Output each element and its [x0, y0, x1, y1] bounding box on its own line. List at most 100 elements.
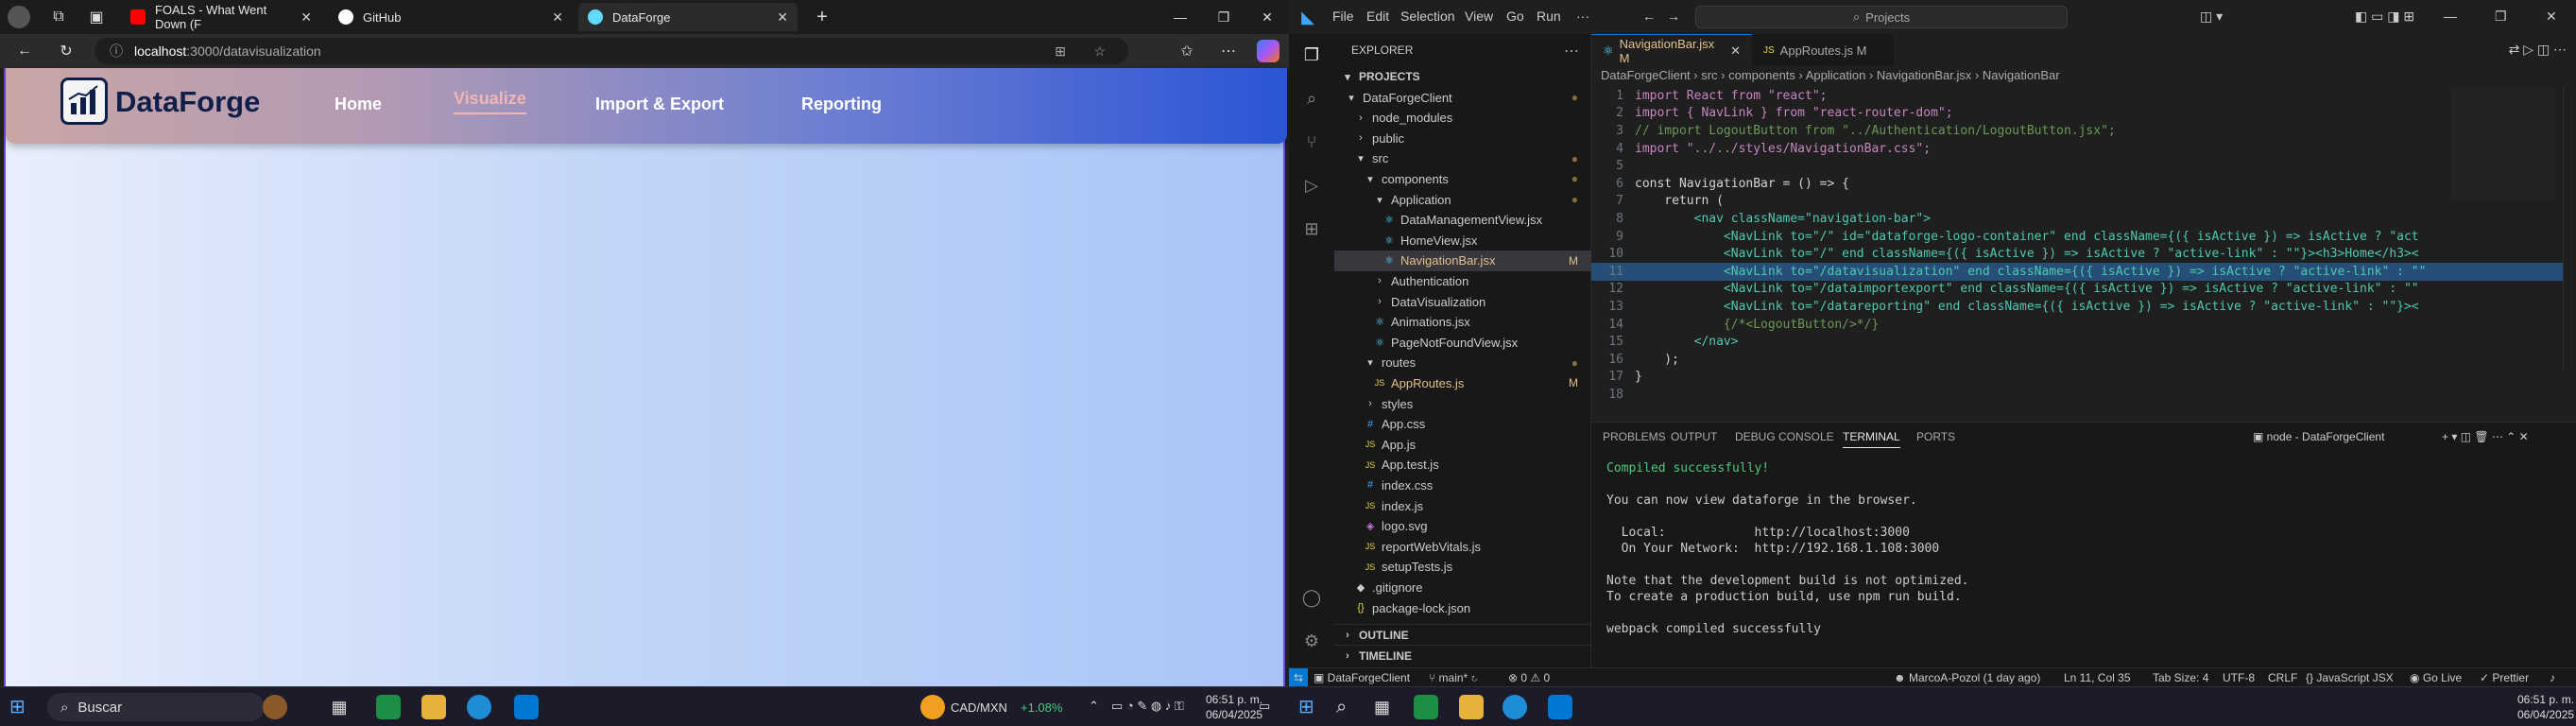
- cursor-position[interactable]: Ln 11, Col 35: [2064, 671, 2131, 684]
- close-icon[interactable]: ✕: [1730, 43, 1741, 59]
- code-line[interactable]: 13 <NavLink to="/datareporting" end clas…: [1591, 298, 2576, 316]
- tree-item[interactable]: JS App.js: [1334, 434, 1591, 455]
- sheets-app-icon[interactable]: [1414, 695, 1438, 719]
- clock-date[interactable]: 06/04/2025: [2517, 708, 2574, 721]
- terminal-actions[interactable]: + ▾ ◫ 🗑 ⋯ ⌃ ✕: [2442, 430, 2529, 443]
- status-problems[interactable]: ⊗ 0 ⚠ 0: [1508, 671, 1550, 684]
- menu-run[interactable]: Run: [1537, 9, 1561, 24]
- code-lines[interactable]: 1 import React from "react"; 2 import { Nav…: [1591, 87, 2576, 404]
- tab-ports[interactable]: PORTS: [1916, 430, 1955, 443]
- editor-scrollbar[interactable]: [2563, 87, 2576, 371]
- tray-chevron-icon[interactable]: ⌃: [1089, 699, 1099, 714]
- workspaces-icon[interactable]: ⧉: [47, 6, 70, 28]
- tree-item[interactable]: ▾ components ●: [1334, 168, 1591, 189]
- taskbar-search[interactable]: ⌕ Buscar: [47, 693, 265, 721]
- tree-item[interactable]: JS App.test.js: [1334, 455, 1591, 475]
- dataforge-logo-icon[interactable]: [60, 78, 108, 125]
- clock-time[interactable]: 06:51 p. m.: [2517, 693, 2574, 706]
- tab-youtube[interactable]: FOALS - What Went Down (F ✕: [121, 3, 321, 31]
- code-line[interactable]: 8 <nav className="navigation-bar">: [1591, 210, 2576, 228]
- nav-import-export-link[interactable]: Import & Export: [595, 95, 724, 114]
- tray-icons[interactable]: ▭ ◔ ✎ ◍ ♪ ⚿: [1111, 699, 1184, 714]
- nav-reporting-link[interactable]: Reporting: [801, 95, 882, 114]
- account-icon[interactable]: ◯: [1298, 584, 1325, 611]
- close-window-icon[interactable]: ✕: [2546, 9, 2557, 25]
- projects-header[interactable]: ▾ PROJECTS: [1334, 66, 1591, 87]
- tree-item[interactable]: # App.css: [1334, 414, 1591, 435]
- minimap[interactable]: [2451, 87, 2555, 200]
- restore-icon[interactable]: ❐: [1202, 0, 1245, 34]
- tree-item[interactable]: › node_modules: [1334, 108, 1591, 129]
- status-project[interactable]: ▣ DataForgeClient: [1314, 671, 1410, 684]
- task-view-icon[interactable]: ▦: [327, 695, 352, 719]
- edge-icon[interactable]: [467, 695, 491, 719]
- favorite-star-icon[interactable]: ☆: [1093, 43, 1106, 60]
- code-line[interactable]: 3 // import LogoutButton from "../Authent…: [1591, 122, 2576, 140]
- code-line[interactable]: 9 <NavLink to="/" id="dataforge-logo-con…: [1591, 228, 2576, 246]
- clock-date[interactable]: 06/04/2025: [1206, 708, 1262, 721]
- explorer-icon[interactable]: ❐: [1298, 42, 1325, 68]
- tab-debug-console[interactable]: DEBUG CONSOLE: [1735, 430, 1834, 443]
- editor-actions[interactable]: ⇄ ▷ ◫ ⋯: [2509, 42, 2567, 58]
- status-blame[interactable]: ☻ MarcoA-Pozol (1 day ago): [1894, 671, 2040, 684]
- outline-section[interactable]: › OUTLINE: [1334, 624, 1591, 645]
- brand-name[interactable]: DataForge: [115, 85, 260, 119]
- tree-item[interactable]: # index.css: [1334, 475, 1591, 495]
- minimize-icon[interactable]: —: [2444, 9, 2457, 24]
- clock-time[interactable]: 06:51 p. m.: [1206, 693, 1262, 706]
- tree-item[interactable]: › styles: [1334, 393, 1591, 414]
- tree-item[interactable]: ⚛ PageNotFoundView.jsx: [1334, 332, 1591, 353]
- run-debug-icon[interactable]: ▷: [1298, 172, 1325, 199]
- code-line[interactable]: 11 <NavLink to="/datavisualization" end …: [1591, 262, 2576, 281]
- tree-item[interactable]: ▾ Application ●: [1334, 189, 1591, 210]
- status-prettier[interactable]: ✓ Prettier: [2480, 671, 2529, 684]
- tab-output[interactable]: OUTPUT: [1671, 430, 1717, 443]
- tree-item[interactable]: ⚛ HomeView.jsx: [1334, 230, 1591, 251]
- close-window-icon[interactable]: ✕: [1245, 0, 1289, 34]
- source-control-icon[interactable]: ⑂: [1298, 129, 1325, 155]
- code-line[interactable]: 6 const NavigationBar = () => {: [1591, 175, 2576, 193]
- tab-github[interactable]: GitHub ✕: [329, 3, 573, 31]
- terminal-output[interactable]: Compiled successfully! You can now view d…: [1606, 460, 1969, 637]
- copilot-icon[interactable]: [1257, 40, 1279, 62]
- minimize-icon[interactable]: —: [1159, 0, 1202, 34]
- code-line[interactable]: 17}: [1591, 369, 2576, 387]
- windows-start-icon[interactable]: ⊞: [9, 695, 34, 719]
- code-line[interactable]: 5: [1591, 157, 2576, 175]
- menu-edit[interactable]: Edit: [1366, 9, 1389, 24]
- copilot-menu-icon[interactable]: ◫ ▾: [2200, 9, 2223, 25]
- menu-go[interactable]: Go: [1506, 9, 1524, 24]
- tree-item[interactable]: › DataVisualization: [1334, 291, 1591, 312]
- code-line[interactable]: 7 return (: [1591, 193, 2576, 211]
- code-line[interactable]: 15 </nav>: [1591, 333, 2576, 351]
- sheets-app-icon[interactable]: [376, 695, 401, 719]
- code-line[interactable]: 12 <NavLink to="/dataimportexport" end c…: [1591, 281, 2576, 299]
- code-line[interactable]: 2 import { NavLink } from "react-router-d…: [1591, 105, 2576, 123]
- menu-selection[interactable]: Selection: [1400, 9, 1455, 24]
- more-icon[interactable]: ⋯: [1217, 40, 1240, 62]
- remote-icon[interactable]: ⇆: [1289, 668, 1308, 686]
- status-language[interactable]: {} JavaScript JSX: [2306, 671, 2394, 684]
- close-icon[interactable]: ✕: [301, 9, 312, 26]
- address-bar[interactable]: ⓘ localhost:3000/datavisualization ⊞ ☆: [94, 38, 1128, 64]
- refresh-icon[interactable]: ↻: [55, 40, 77, 62]
- vscode-taskbar-icon[interactable]: [1548, 695, 1572, 719]
- tree-item[interactable]: JS setupTests.js: [1334, 557, 1591, 578]
- restore-icon[interactable]: ❐: [2495, 9, 2507, 25]
- nav-visualize-link[interactable]: Visualize: [454, 89, 526, 114]
- timeline-section[interactable]: › TIMELINE: [1334, 645, 1591, 666]
- code-line[interactable]: 14 {/*<LogoutButton/>*/}: [1591, 316, 2576, 334]
- tree-item[interactable]: › public: [1334, 128, 1591, 148]
- edge-icon[interactable]: [1503, 695, 1527, 719]
- tree-item[interactable]: ▾ routes ●: [1334, 353, 1591, 373]
- tree-item[interactable]: ⚛ DataManagementView.jsx: [1334, 210, 1591, 231]
- tree-item[interactable]: ⚛ Animations.jsx: [1334, 312, 1591, 333]
- task-view-icon[interactable]: ▦: [1374, 695, 1399, 719]
- tab-dataforge[interactable]: DataForge ✕: [578, 3, 798, 31]
- tab-problems[interactable]: PROBLEMS: [1603, 430, 1666, 443]
- layout-icons[interactable]: ◧ ▭ ◨ ⊞: [2355, 9, 2414, 25]
- menu-more[interactable]: ···: [1576, 9, 1589, 24]
- code-line[interactable]: 18: [1591, 386, 2576, 404]
- file-explorer-icon[interactable]: [421, 695, 446, 719]
- tree-item[interactable]: JS index.js: [1334, 495, 1591, 516]
